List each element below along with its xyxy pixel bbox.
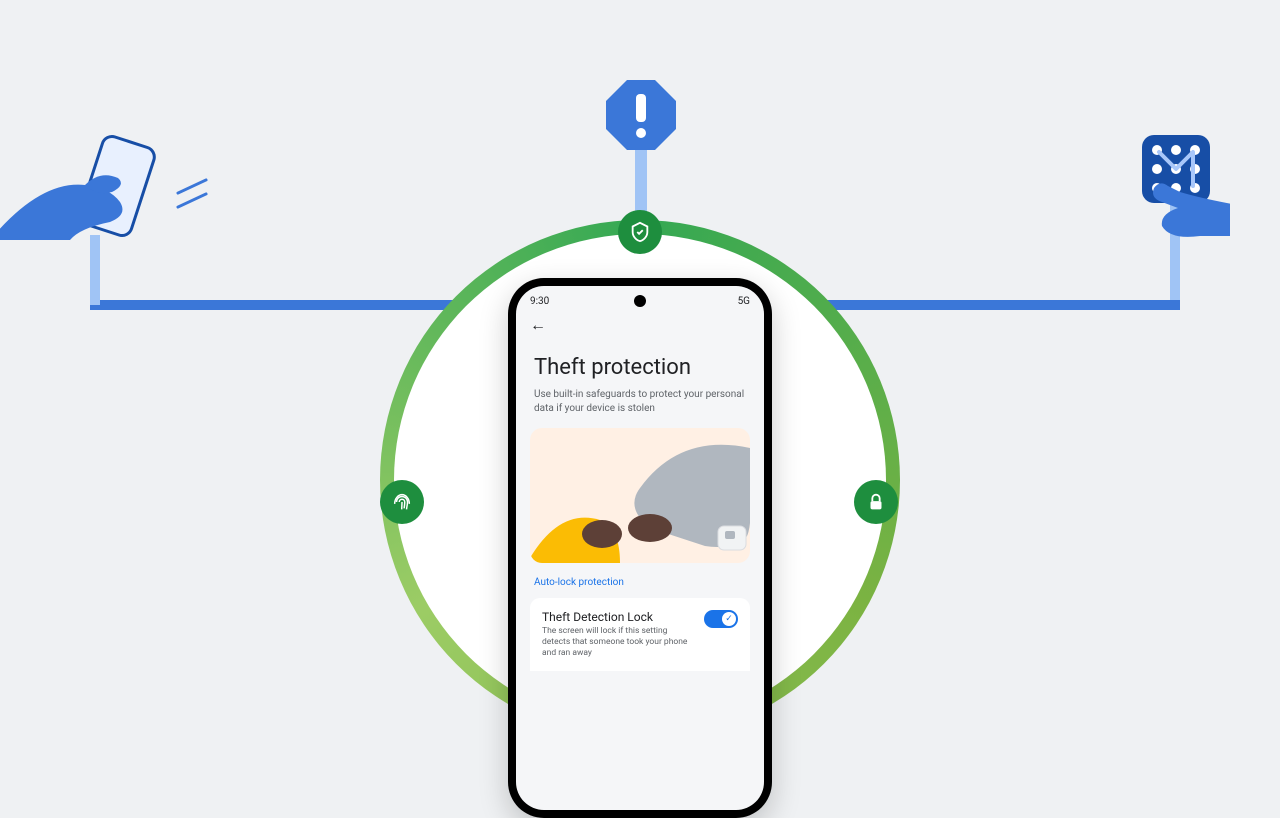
status-time: 9:30 xyxy=(530,296,549,307)
setting-row[interactable]: Theft Detection Lock The screen will loc… xyxy=(530,598,750,671)
motion-lines-icon xyxy=(175,185,209,213)
back-arrow-icon: ← xyxy=(530,315,546,334)
phone-frame: 9:30 5G ← Theft protection Use built-in … xyxy=(508,278,772,818)
diagram-stage: 9:30 5G ← Theft protection Use built-in … xyxy=(0,0,1280,720)
hero-illustration xyxy=(530,428,750,563)
pointing-finger-icon xyxy=(1140,178,1230,238)
phone-screen: 9:30 5G ← Theft protection Use built-in … xyxy=(516,286,764,810)
section-label: Auto-lock protection xyxy=(516,563,764,594)
camera-notch xyxy=(634,295,646,307)
back-button[interactable]: ← xyxy=(516,311,764,343)
setting-desc: The screen will lock if this setting det… xyxy=(542,626,696,659)
status-network: 5G xyxy=(738,296,750,307)
lock-icon xyxy=(854,480,898,524)
page-title: Theft protection xyxy=(516,343,764,388)
shield-icon xyxy=(618,210,662,254)
setting-title: Theft Detection Lock xyxy=(542,610,696,624)
page-subtitle: Use built-in safeguards to protect your … xyxy=(516,388,764,428)
setting-toggle[interactable] xyxy=(704,610,738,628)
fingerprint-icon xyxy=(380,480,424,524)
hand-steal-phone-icon xyxy=(0,130,190,260)
alert-icon xyxy=(606,80,676,150)
